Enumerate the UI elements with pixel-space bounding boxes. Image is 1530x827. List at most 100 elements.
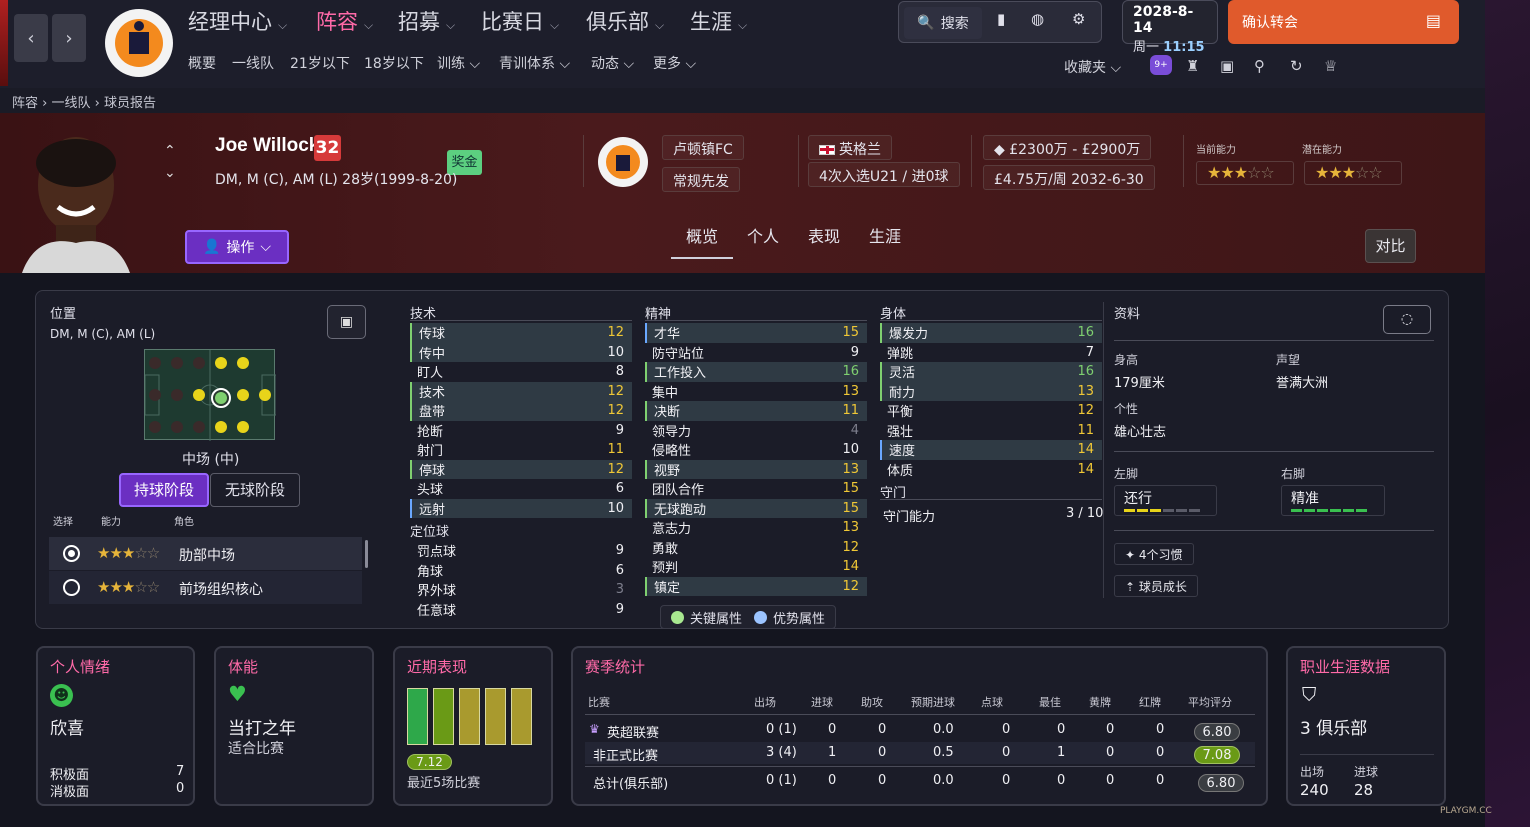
subnav-u18[interactable]: 18岁以下 xyxy=(364,53,424,73)
tab-personal[interactable]: 个人 xyxy=(747,223,779,247)
competition-name[interactable]: 总计(俱乐部) xyxy=(593,773,668,792)
attribute-row[interactable]: 角球 6 xyxy=(410,561,632,581)
trophy-icon[interactable]: ♕ xyxy=(1324,57,1337,75)
attribute-row[interactable]: 抢断 9 xyxy=(410,421,632,441)
attribute-row[interactable]: 任意球 9 xyxy=(410,600,632,620)
nationality[interactable]: 英格兰 xyxy=(808,135,892,160)
attribute-row[interactable]: 勇敢 12 xyxy=(645,538,867,558)
club-crest-icon[interactable] xyxy=(102,6,176,80)
table-header[interactable]: 出场 xyxy=(754,694,776,710)
nav-recruitment[interactable]: 招募 ⌵ xyxy=(398,6,455,36)
wage-contract[interactable]: £4.75万/周 2032-6-30 xyxy=(983,165,1155,190)
previous-player-button[interactable]: ⌃ xyxy=(164,143,176,159)
gear-icon[interactable]: ⚙ xyxy=(1072,10,1085,28)
subnav-youth[interactable]: 青训体系 ⌵ xyxy=(499,53,570,73)
subnav-training[interactable]: 训练 ⌵ xyxy=(437,53,480,73)
compare-button[interactable]: 对比 xyxy=(1365,229,1416,263)
attribute-row[interactable]: 速度 14 xyxy=(880,440,1102,460)
attribute-row[interactable]: 射门 11 xyxy=(410,440,632,460)
favorites-menu[interactable]: 收藏夹 ⌵ xyxy=(1064,57,1121,77)
inbox-icon[interactable]: 9+ xyxy=(1150,55,1172,75)
next-player-button[interactable]: ⌄ xyxy=(164,165,176,181)
attribute-row[interactable]: 防守站位 9 xyxy=(645,343,867,363)
attribute-row[interactable]: 意志力 13 xyxy=(645,518,867,538)
attribute-row[interactable]: 预判 14 xyxy=(645,557,867,577)
nav-squad[interactable]: 阵容 ⌵ xyxy=(316,6,373,36)
role-list-scrollbar[interactable] xyxy=(365,540,368,568)
attribute-row[interactable]: 耐力 13 xyxy=(880,381,1102,401)
role-row[interactable]: ★★★☆☆ 肋部中场 xyxy=(49,537,362,570)
international-caps[interactable]: 4次入选U21 / 进0球 xyxy=(808,162,960,187)
subnav-overview[interactable]: 概要 xyxy=(188,53,216,73)
attribute-row[interactable]: 集中 13 xyxy=(645,382,867,402)
attribute-row[interactable]: 传中 10 xyxy=(410,342,632,362)
out-of-possession-tab[interactable]: 无球阶段 xyxy=(210,473,300,507)
breadcrumb-first-team[interactable]: 一线队 xyxy=(52,96,91,111)
position-view-toggle[interactable]: ▣ xyxy=(327,305,366,339)
attribute-row[interactable]: 强壮 11 xyxy=(880,421,1102,441)
attribute-row[interactable]: 盘带 12 xyxy=(410,401,632,421)
transfer-value[interactable]: ◆ £2300万 - £2900万 xyxy=(983,135,1152,160)
nav-club[interactable]: 俱乐部 ⌵ xyxy=(586,6,664,36)
actions-button[interactable]: 👤 操作 ⌵ xyxy=(185,230,289,264)
nav-matchday[interactable]: 比赛日 ⌵ xyxy=(481,6,559,36)
form-card[interactable]: 近期表现 7.12 最近5场比赛 xyxy=(393,646,553,806)
info-settings-button[interactable]: ◌ xyxy=(1383,305,1431,334)
nav-manager-center[interactable]: 经理中心 ⌵ xyxy=(188,6,287,36)
fitness-card[interactable]: 体能 ♥ 当打之年 适合比赛 xyxy=(214,646,374,806)
morale-card[interactable]: 个人情绪 ☻ 欣喜 积极面 7 消极面 0 xyxy=(36,646,195,806)
shirt-icon[interactable]: ♜ xyxy=(1186,57,1199,75)
attribute-row[interactable]: 决断 11 xyxy=(645,401,867,421)
tab-career[interactable]: 生涯 xyxy=(869,223,901,247)
attribute-row[interactable]: 领导力 4 xyxy=(645,421,867,441)
bookmark-icon[interactable]: ▮ xyxy=(997,10,1005,28)
competition-name[interactable]: 英超联赛 xyxy=(607,722,659,741)
attribute-row[interactable]: 罚点球 9 xyxy=(410,541,632,561)
forward-button[interactable]: › xyxy=(52,14,86,62)
attribute-row[interactable]: 体质 14 xyxy=(880,460,1102,480)
attribute-row[interactable]: 灵活 16 xyxy=(880,362,1102,382)
game-date[interactable]: 2028-8-14 周一 11:15 xyxy=(1122,0,1218,55)
table-header[interactable]: 最佳 xyxy=(1039,694,1061,710)
table-header[interactable]: 平均评分 xyxy=(1188,694,1232,710)
club-name[interactable]: 卢顿镇FC xyxy=(662,135,744,160)
report-icon[interactable]: ▣ xyxy=(1220,57,1234,75)
attribute-row[interactable]: 镇定 12 xyxy=(645,576,867,596)
attribute-row[interactable]: 视野 13 xyxy=(645,459,867,479)
squad-status[interactable]: 常规先发 xyxy=(662,167,740,192)
attribute-row[interactable]: 平衡 12 xyxy=(880,401,1102,421)
attribute-row[interactable]: 弹跳 7 xyxy=(880,343,1102,363)
table-header[interactable]: 黄牌 xyxy=(1089,694,1111,710)
globe-icon[interactable]: ◍ xyxy=(1031,10,1044,28)
attribute-row[interactable]: 盯人 8 xyxy=(410,362,632,382)
subnav-dynamics[interactable]: 动态 ⌵ xyxy=(591,53,634,73)
nav-career[interactable]: 生涯 ⌵ xyxy=(690,6,747,36)
table-header[interactable]: 点球 xyxy=(981,694,1003,710)
career-stats-card[interactable]: 职业生涯数据 ⛉ 3 俱乐部 出场 240 进球 28 xyxy=(1286,646,1446,806)
attribute-row[interactable]: 团队合作 15 xyxy=(645,479,867,499)
role-row[interactable]: ★★★☆☆ 前场组织核心 xyxy=(49,571,362,604)
player-growth-button[interactable]: ⇡ 球员成长 xyxy=(1114,575,1198,597)
back-button[interactable]: ‹ xyxy=(14,14,48,62)
subnav-u21[interactable]: 21岁以下 xyxy=(290,53,350,73)
tab-performance[interactable]: 表现 xyxy=(808,223,840,247)
attribute-row[interactable]: 停球 12 xyxy=(410,459,632,479)
table-header[interactable]: 预期进球 xyxy=(911,694,955,710)
tab-overview[interactable]: 概览 xyxy=(686,223,718,247)
breadcrumb-squad[interactable]: 阵容 xyxy=(12,96,38,111)
table-header[interactable]: 进球 xyxy=(811,694,833,710)
search-button[interactable]: 🔍 搜索 xyxy=(904,7,982,39)
subnav-more[interactable]: 更多 ⌵ xyxy=(653,53,696,73)
attribute-row[interactable]: 爆发力 16 xyxy=(880,323,1102,343)
attribute-row[interactable]: 侵略性 10 xyxy=(645,440,867,460)
attribute-row[interactable]: 才华 15 xyxy=(645,323,867,343)
table-header[interactable]: 比赛 xyxy=(588,694,610,710)
table-header[interactable]: 红牌 xyxy=(1139,694,1161,710)
competition-name[interactable]: 非正式比赛 xyxy=(593,745,658,764)
attribute-row[interactable]: 传球 12 xyxy=(410,323,632,343)
confirm-transfer-button[interactable]: 确认转会 ▤ xyxy=(1228,0,1459,44)
habits-button[interactable]: ✦ 4个习惯 xyxy=(1114,543,1194,565)
scout-icon[interactable]: ⚲ xyxy=(1254,57,1265,75)
subnav-first-team[interactable]: 一线队 xyxy=(232,53,274,73)
pitch-diagram[interactable] xyxy=(144,349,276,441)
